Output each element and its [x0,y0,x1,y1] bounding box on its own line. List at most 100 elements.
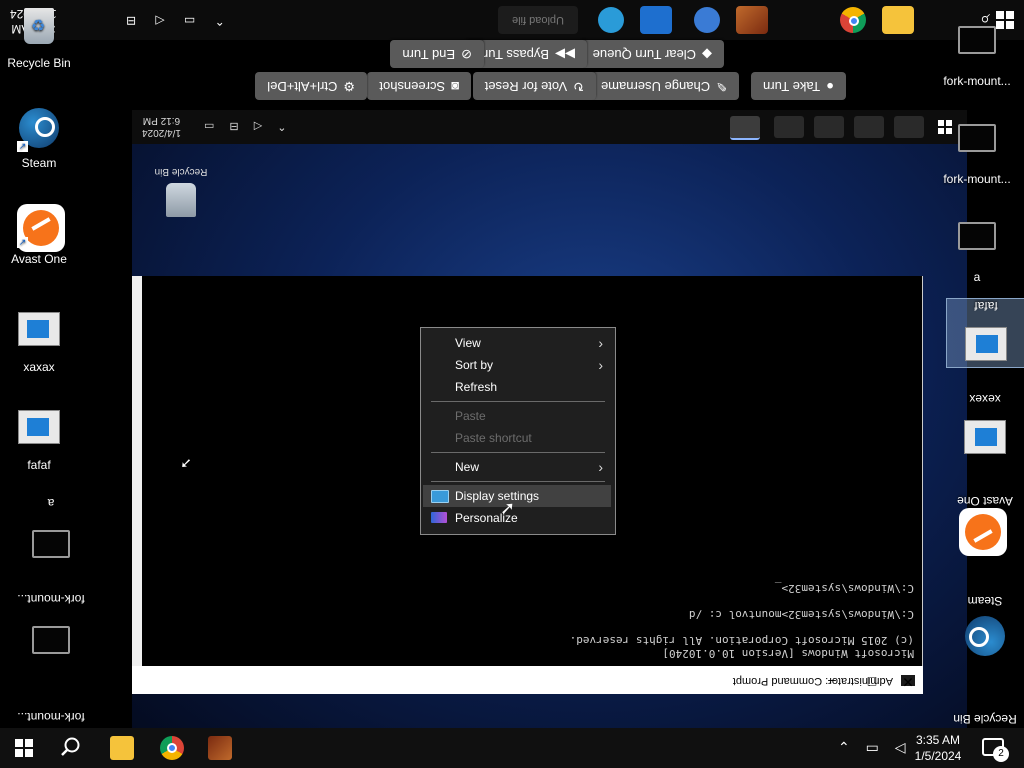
menu-item-refresh[interactable]: Refresh [423,376,611,398]
game-icon[interactable] [736,6,768,34]
desktop-icon-a-flipped[interactable]: a [12,496,90,568]
menu-separator [431,481,605,482]
window-app-icon [965,327,1007,361]
take-turn-button[interactable]: ● Take Turn [751,72,846,100]
remote-recycle-bin[interactable]: Recycle Bin [146,166,216,217]
display-icon [431,490,449,503]
gear-icon: ⚙ [343,79,355,94]
cmd-line: Microsoft Windows [Version 10.0.10240] [662,647,914,660]
remote-tray-icons[interactable]: ⌃ ◁ ⊟ ▭ [198,120,286,133]
end-turn-button[interactable]: ⊘ End Turn [390,40,484,68]
remote-app-icon[interactable] [774,116,804,138]
close-icon[interactable]: ✕ [898,673,918,690]
mouse-icon: ● [826,79,834,94]
clear-turn-queue-label: Clear Turn Queue [592,47,696,62]
menu-item-new[interactable]: New › [423,456,611,478]
game-icon[interactable] [208,736,232,760]
search-icon[interactable] [60,736,82,758]
remote-taskbar: 1/4/2024 6:12 PM ⌃ ◁ ⊟ ▭ [132,110,967,144]
chrome-icon[interactable] [840,7,866,33]
desktop-icon-fafaf-flipped[interactable]: fafaf [946,298,1024,368]
remote-control-panel: ● Take Turn ✎ Change Username ↻ Vote for Re… [240,36,860,102]
desktop-icon-avast[interactable]: ↗ Avast One [0,204,78,266]
cmd-line: (c) 2015 Microsoft Corporation. All righ… [569,634,914,647]
desktop-icon-a[interactable]: a [938,212,1016,284]
desktop-icon-label: a [973,270,981,284]
desktop-icon-fafaf[interactable]: fafaf [0,404,78,472]
remote-taskview-icon[interactable] [854,116,884,138]
tray-icons[interactable]: ⌃ ▭ ◁ ⊟ [118,14,225,28]
remote-app-icon[interactable] [814,116,844,138]
desktop-icon-xaxax[interactable]: xaxax [0,306,78,374]
remote-clock-time: 6:12 PM [142,115,181,126]
menu-separator [431,452,605,453]
monitor-icon [958,222,996,250]
mouse-pointer-icon: ➚ [500,498,516,518]
ctrl-alt-del-button[interactable]: ⚙ Ctrl+Alt+Del [255,72,367,100]
taskbar-clock[interactable]: 3:35 AM 1/5/2024 [906,732,970,764]
desktop-icon-recycle-bin-flipped[interactable]: Recycle Bin [946,690,1024,726]
change-username-button[interactable]: ✎ Change Username [588,72,739,100]
desktop-icon-label: Avast One [957,494,1013,508]
desktop-icon-avast-flipped[interactable]: Avast One [946,494,1024,556]
taskbar: ⌃ ▭ ◁ 3:35 AM 1/5/2024 2 [0,728,1024,768]
clock-date: 1/5/2024 [914,749,962,763]
desktop-icon-label: fafaf [974,299,998,313]
ctrl-alt-del-label: Ctrl+Alt+Del [267,79,338,94]
remote-cmd-icon[interactable] [730,116,760,140]
desktop-icon-label: a [47,496,55,510]
desktop-icon-label: Recycle Bin [7,56,71,70]
menu-item-sort-by[interactable]: Sort by › [423,354,611,376]
remote-pointer-icon: ➚ [180,456,192,472]
change-username-label: Change Username [600,79,711,94]
desktop-icon-label: xaxax [23,360,55,374]
stop-icon: ⊘ [461,47,472,62]
chrome-icon[interactable] [160,736,184,760]
desktop-icon-fork-mount-flipped[interactable]: fork-mount... [12,592,90,664]
desktop-context-menu: View › Sort by › Refresh Paste Paste short… [420,327,616,535]
network-icon[interactable] [598,7,624,33]
desktop-icon-fork-mount[interactable]: fork-mount... [938,16,1016,88]
maximize-icon[interactable]: □ [862,674,882,690]
cmd-scrollbar[interactable] [132,276,142,666]
desktop-icon-label: fork-mount... [943,74,1011,88]
desktop-icon-xexex-flipped[interactable]: xexex [946,392,1024,460]
camera-icon: ◙ [451,79,459,94]
system-tray-icons[interactable]: ⌃ ▭ ◁ [838,739,912,756]
menu-item-label: Display settings [455,489,540,503]
clock-time: 3:35 AM [915,733,961,747]
desktop-icon-recycle-bin[interactable]: Recycle Bin [0,4,78,70]
menu-item-view[interactable]: View › [423,332,611,354]
desktop-icon-fork-mount-flipped-2[interactable]: fork-mount... [12,688,90,724]
window-app-icon [964,420,1006,454]
take-turn-label: Take Turn [763,79,821,94]
monitor-icon [32,530,70,558]
menu-item-personalize[interactable]: Personalize [423,507,611,529]
store-icon[interactable] [640,6,672,34]
upload-file-button[interactable]: Upload file [498,6,578,34]
flipped-remote-taskbar: ⌕ Upload file ⌃ ▭ ◁ ⊟ 3:31 AM 1/5/2024 [0,0,1024,40]
desktop-icon-label: Avast One [11,252,67,266]
cmd-output: Microsoft Windows [Version 10.0.10240] (c… [570,582,914,660]
folder-icon[interactable] [882,6,914,34]
cmd-line: C:\Windows\system32>mountvol c: /d [688,608,914,621]
remote-search-icon[interactable] [894,116,924,138]
desktop-icon-steam[interactable]: ↗ Steam [0,106,78,170]
window-app-icon [18,312,60,346]
steam-icon [965,616,1005,656]
vote-reset-button[interactable]: ↻ Vote for Reset [472,72,596,100]
menu-item-display-settings[interactable]: Display settings [423,485,611,507]
qbittorrent-icon[interactable] [694,7,720,33]
screenshot-button[interactable]: ◙ Screenshot [367,72,471,100]
minimize-icon[interactable]: – [822,674,842,690]
file-explorer-icon[interactable] [110,736,134,760]
clear-turn-queue-button[interactable]: ◆ Clear Turn Queue [580,40,724,68]
right-desktop-icons: fork-mount... fork-mount... a fafaf xexe… [938,0,1024,730]
user-edit-icon: ✎ [716,79,727,94]
menu-item-label: New [455,460,480,474]
desktop-icon-steam-flipped[interactable]: Steam [946,594,1024,658]
start-button[interactable] [15,739,33,757]
menu-item-label: Paste [455,409,486,423]
desktop-icon-fork-mount-2[interactable]: fork-mount... [938,114,1016,186]
cmd-title-bar[interactable]: Administrator: Command Prompt – □ ✕ [132,666,923,694]
